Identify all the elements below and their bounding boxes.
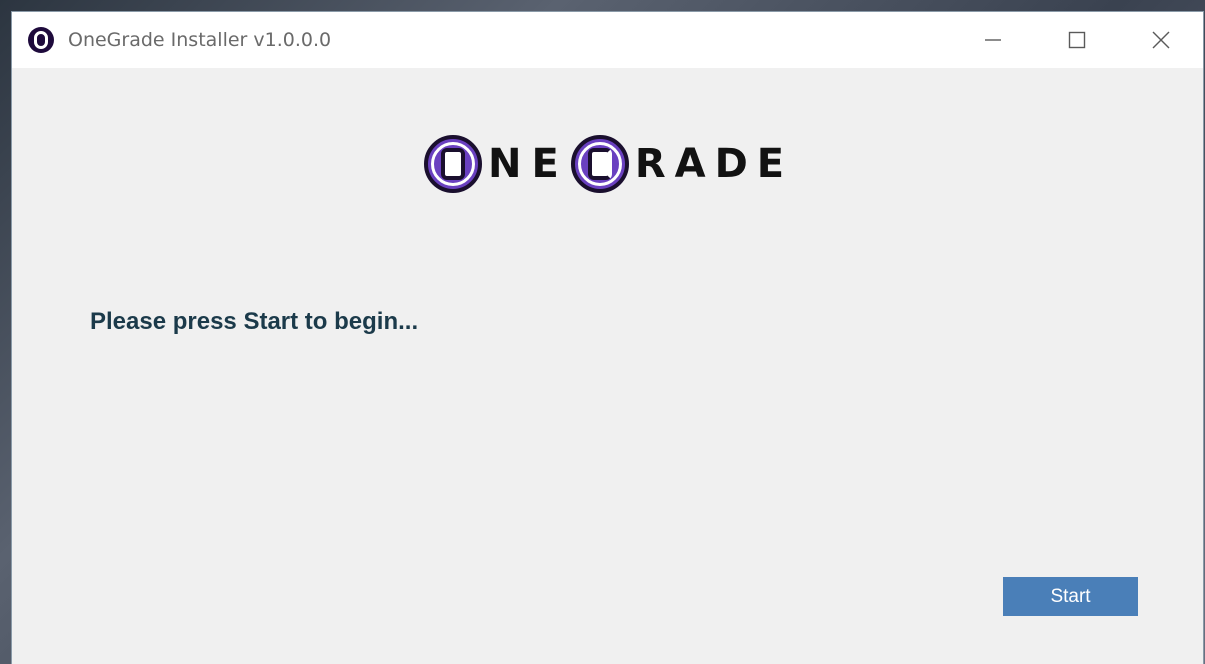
minimize-icon <box>985 39 1001 41</box>
logo-letters-rade: RADE <box>634 141 794 187</box>
maximize-icon <box>1068 31 1086 49</box>
start-button[interactable]: Start <box>1003 577 1138 616</box>
window-title: OneGrade Installer v1.0.0.0 <box>68 29 332 51</box>
maximize-button[interactable] <box>1035 12 1119 68</box>
app-icon <box>28 27 54 53</box>
logo-o-circle-icon <box>424 135 482 193</box>
close-icon <box>1152 31 1170 49</box>
close-button[interactable] <box>1119 12 1203 68</box>
logo-g-circle-icon <box>570 135 629 193</box>
installer-window: OneGrade Installer v1.0.0.0 NE RADE Plea… <box>12 12 1203 664</box>
logo-letters-ne: NE <box>488 141 569 187</box>
title-bar[interactable]: OneGrade Installer v1.0.0.0 <box>12 12 1203 68</box>
onegrade-logo: NE RADE <box>424 134 795 194</box>
minimize-button[interactable] <box>951 12 1035 68</box>
status-message: Please press Start to begin... <box>90 308 419 335</box>
caption-buttons <box>951 12 1203 68</box>
